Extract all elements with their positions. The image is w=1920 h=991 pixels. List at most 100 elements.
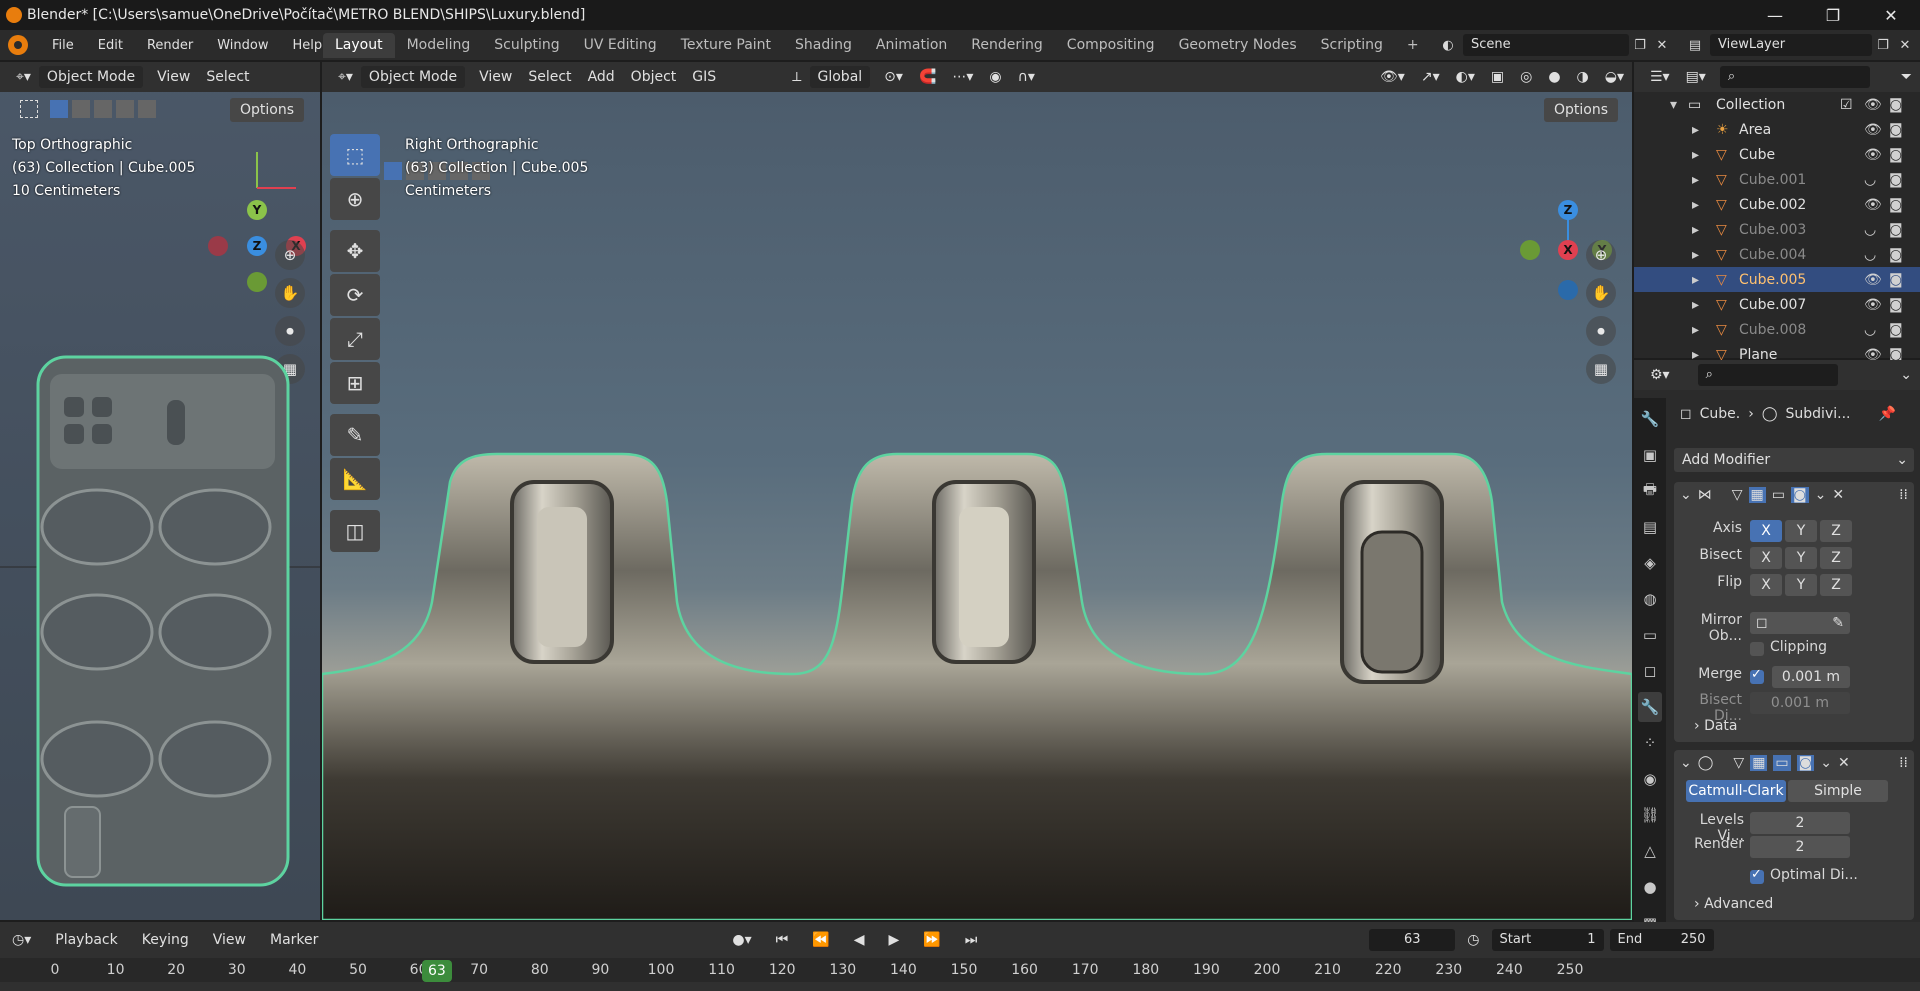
close-button[interactable]: ✕: [1862, 0, 1920, 30]
collection-checkbox-icon[interactable]: ☑: [1840, 97, 1853, 113]
object-tab-icon[interactable]: ◻: [1638, 656, 1662, 686]
eye-icon[interactable]: 👁: [1864, 272, 1882, 288]
left-viewport[interactable]: ⌖▾ Object Mode View Select Options Top O…: [0, 62, 320, 920]
render-camera-icon[interactable]: ◙: [1889, 322, 1903, 338]
eye-closed-icon[interactable]: ◡: [1864, 322, 1876, 338]
render-camera-icon[interactable]: ◙: [1889, 272, 1903, 288]
mirror-collapse-icon[interactable]: ⌄: [1680, 487, 1692, 503]
render-camera-icon[interactable]: ◙: [1889, 172, 1903, 188]
simple-button[interactable]: Simple: [1788, 780, 1888, 802]
expand-arrow-icon[interactable]: ▸: [1692, 322, 1699, 338]
properties-editor[interactable]: ⚙▾ ⌕ ⌄ 🔧 ▣ 🖶 ▤ ◈ ◍ ▭ ◻ 🔧 ⁘ ◉ ⛓ △ ● ▩ ◻ C…: [1634, 360, 1920, 960]
delete-scene-icon[interactable]: ✕: [1651, 38, 1673, 53]
tab-geometry-nodes[interactable]: Geometry Nodes: [1167, 33, 1309, 58]
expand-arrow-icon[interactable]: ▸: [1692, 222, 1699, 238]
marker-menu[interactable]: Marker: [258, 932, 330, 948]
scene-icon[interactable]: ◐: [1433, 38, 1463, 53]
timeline-editor-icon[interactable]: ◷▾: [0, 932, 43, 948]
properties-search-input[interactable]: ⌕: [1697, 364, 1838, 386]
collection-expand-icon[interactable]: ▾: [1670, 97, 1677, 113]
frame-ruler[interactable]: 0 10 20 30 40 50 60 70 80 90 100 110 120 130 140 150 160…: [0, 958, 1920, 982]
maximize-button[interactable]: ❐: [1804, 0, 1862, 30]
render-toggle-icon[interactable]: ◙: [1790, 487, 1809, 503]
expand-arrow-icon[interactable]: ▸: [1692, 247, 1699, 263]
jump-keyframe-forward-icon[interactable]: ⏩: [911, 932, 952, 948]
output-tab-icon[interactable]: 🖶: [1638, 476, 1662, 506]
clipping-checkbox[interactable]: [1750, 642, 1764, 656]
menu-edit[interactable]: Edit: [86, 38, 135, 53]
subdiv-drag-handle-icon[interactable]: ⁞⁞: [1899, 755, 1908, 771]
outliner-search-input[interactable]: ⌕: [1719, 66, 1870, 88]
expand-arrow-icon[interactable]: ▸: [1692, 297, 1699, 313]
view-layer-icon[interactable]: ▤: [1680, 38, 1710, 53]
tab-modeling[interactable]: Modeling: [395, 33, 483, 58]
pin-icon[interactable]: 📌: [1878, 406, 1895, 422]
levels-viewport-field[interactable]: 2: [1750, 812, 1850, 834]
timeline-view-menu[interactable]: View: [201, 932, 258, 948]
subdiv-edit-mode-icon[interactable]: ▽: [1733, 755, 1744, 771]
advanced-subpanel[interactable]: › Advanced: [1694, 896, 1773, 912]
properties-editor-icon[interactable]: ⚙▾: [1642, 364, 1678, 386]
eye-icon[interactable]: 👁: [1864, 122, 1882, 138]
tab-uv-editing[interactable]: UV Editing: [572, 33, 669, 58]
current-frame-indicator[interactable]: 63: [422, 960, 452, 982]
render-camera-icon[interactable]: ◙: [1889, 97, 1903, 113]
subdiv-collapse-icon[interactable]: ⌄: [1680, 755, 1692, 771]
render-camera-icon[interactable]: ◙: [1889, 197, 1903, 213]
axis-x-button[interactable]: X: [1750, 520, 1782, 542]
expand-arrow-icon[interactable]: ▸: [1692, 172, 1699, 188]
edit-mode-toggle-icon[interactable]: ▽: [1732, 487, 1743, 503]
menu-render[interactable]: Render: [135, 38, 205, 53]
eye-closed-icon[interactable]: ◡: [1864, 247, 1876, 263]
tab-texture-paint[interactable]: Texture Paint: [669, 33, 783, 58]
render-camera-icon[interactable]: ◙: [1889, 222, 1903, 238]
data-tab-icon[interactable]: △: [1638, 836, 1662, 866]
new-scene-icon[interactable]: ❐: [1629, 38, 1651, 53]
tab-rendering[interactable]: Rendering: [959, 33, 1055, 58]
optimal-display-checkbox[interactable]: [1750, 867, 1764, 884]
eye-icon[interactable]: 👁: [1864, 97, 1882, 113]
catmull-clark-button[interactable]: Catmull-Clark: [1686, 780, 1786, 802]
eye-icon[interactable]: 👁: [1864, 147, 1882, 163]
jump-keyframe-back-icon[interactable]: ⏪: [800, 932, 841, 948]
minimize-button[interactable]: —: [1746, 0, 1804, 30]
bisect-distance-field[interactable]: 0.001 m: [1750, 692, 1850, 714]
expand-arrow-icon[interactable]: ▸: [1692, 197, 1699, 213]
subdiv-render-icon[interactable]: ◙: [1796, 755, 1815, 771]
collection-tab-icon[interactable]: ▭: [1638, 620, 1662, 650]
jump-end-icon[interactable]: ⏭: [953, 932, 990, 948]
blender-menu-icon[interactable]: [8, 35, 28, 55]
modifier-tab-icon[interactable]: 🔧: [1638, 692, 1662, 722]
outliner[interactable]: ☰▾ ▤▾ ⌕ ⏷ ▾ ▭ Collection ☑ 👁 ◙ ▸ ☀ Area 👁 ◙ ▸…: [1634, 62, 1920, 363]
render-camera-icon[interactable]: ◙: [1889, 147, 1903, 163]
flip-x-button[interactable]: X: [1750, 574, 1782, 596]
tab-shading[interactable]: Shading: [783, 33, 864, 58]
mirror-object-field[interactable]: ◻ ✎: [1750, 612, 1850, 634]
outliner-item-cube-008[interactable]: ▸ ▽ Cube.008 ◡ ◙: [1634, 317, 1920, 342]
delete-view-layer-icon[interactable]: ✕: [1894, 38, 1916, 53]
mirror-delete-icon[interactable]: ✕: [1832, 487, 1844, 503]
material-tab-icon[interactable]: ●: [1638, 872, 1662, 902]
eye-icon[interactable]: 👁: [1864, 297, 1882, 313]
outliner-collection-row[interactable]: ▾ ▭ Collection ☑ 👁 ◙: [1634, 92, 1920, 117]
outliner-display-mode-icon[interactable]: ▤▾: [1678, 66, 1714, 88]
tool-tab-icon[interactable]: 🔧: [1638, 404, 1662, 434]
record-icon[interactable]: ●▾: [720, 932, 763, 948]
preview-range-icon[interactable]: ◷: [1455, 932, 1491, 948]
play-icon[interactable]: ▶: [876, 932, 911, 948]
subdiv-cage-icon[interactable]: ▦: [1750, 755, 1768, 771]
outliner-item-cube-003[interactable]: ▸ ▽ Cube.003 ◡ ◙: [1634, 217, 1920, 242]
jump-start-icon[interactable]: ⏮: [764, 932, 801, 948]
world-tab-icon[interactable]: ◍: [1638, 584, 1662, 614]
subdiv-viewport-icon[interactable]: ▭: [1773, 755, 1791, 771]
breadcrumb-object[interactable]: Cube.: [1700, 406, 1741, 422]
outliner-item-cube-007[interactable]: ▸ ▽ Cube.007 👁 ◙: [1634, 292, 1920, 317]
subdiv-delete-icon[interactable]: ✕: [1838, 755, 1850, 771]
scene-name-field[interactable]: Scene: [1463, 34, 1629, 56]
particles-tab-icon[interactable]: ⁘: [1638, 728, 1662, 758]
view-layer-tab-icon[interactable]: ▤: [1638, 512, 1662, 542]
tab-animation[interactable]: Animation: [864, 33, 959, 58]
merge-checkbox[interactable]: [1750, 667, 1764, 684]
menu-window[interactable]: Window: [205, 38, 280, 53]
eye-closed-icon[interactable]: ◡: [1864, 172, 1876, 188]
